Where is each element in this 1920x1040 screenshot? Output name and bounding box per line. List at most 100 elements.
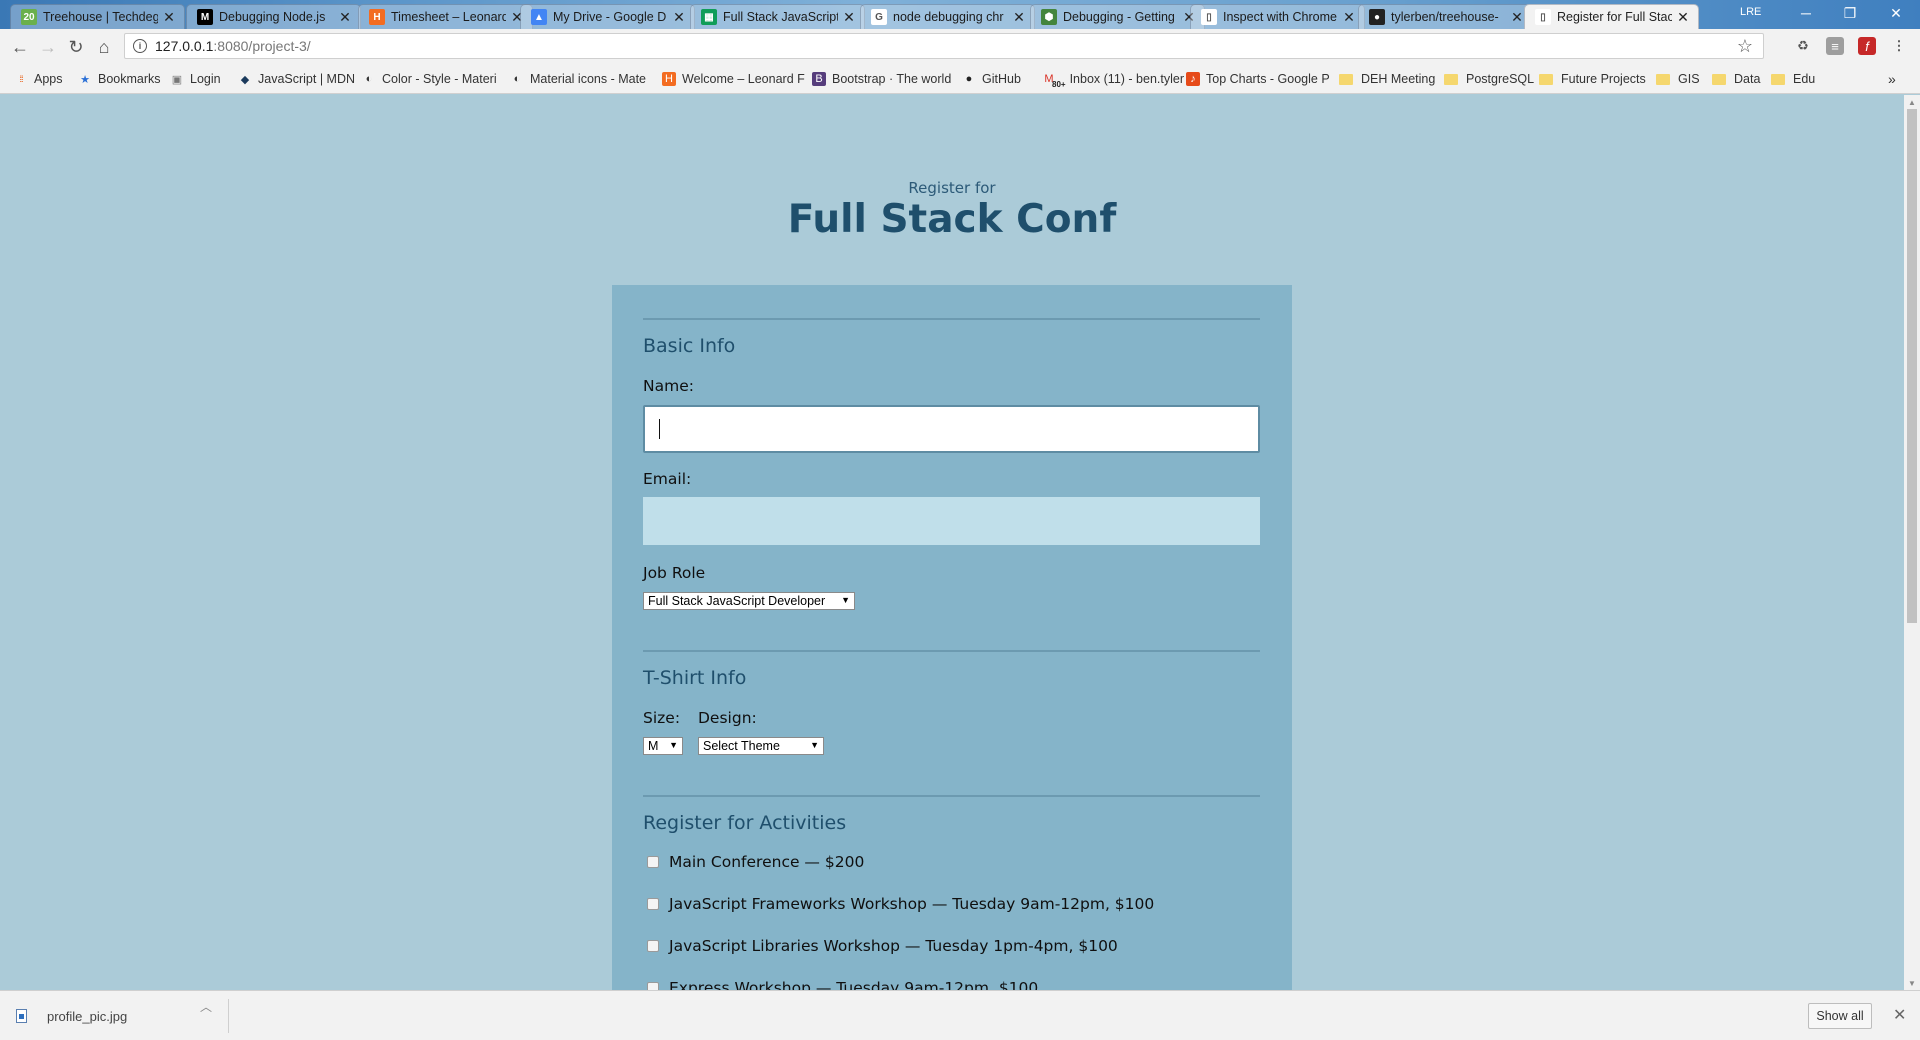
downloads-shelf: profile_pic.jpg ︿ Show all ✕ — [0, 990, 1920, 1040]
tab-title: Inspect with Chrome — [1223, 10, 1337, 24]
close-window-icon[interactable]: ✕ — [1876, 2, 1916, 24]
profile-label[interactable]: LRE — [1740, 6, 1761, 18]
bookmark-item[interactable]: M 80+ Inbox (11) - ben.tyler — [1042, 71, 1184, 89]
bookmark-item[interactable]: B Bootstrap · The world — [812, 71, 951, 87]
bookmark-item[interactable]: DEH Meeting — [1339, 71, 1435, 87]
tab-title: Register for Full Stac — [1557, 10, 1672, 24]
tab-close-icon[interactable]: ✕ — [1676, 9, 1690, 26]
bookmark-label: Bookmarks — [98, 72, 161, 86]
tab-title: My Drive - Google D — [553, 10, 667, 24]
browser-tab[interactable]: ▲ My Drive - Google D ✕ — [520, 4, 695, 29]
bookmark-item[interactable]: ♪ Top Charts - Google P — [1186, 71, 1330, 87]
extension-f-icon[interactable]: f — [1858, 37, 1876, 55]
browser-tab[interactable]: ● tylerben/treehouse- ✕ — [1358, 4, 1533, 29]
bookmark-item[interactable]: Edu — [1771, 71, 1815, 87]
job-role-label: Job Role — [643, 564, 706, 582]
download-item[interactable]: profile_pic.jpg — [16, 1001, 226, 1031]
bookmark-item[interactable]: ◆ JavaScript | MDN — [238, 71, 355, 87]
page-scrollbar[interactable]: ▲ ▼ — [1904, 95, 1920, 990]
bookmark-item[interactable]: ◐ Material icons - Mate — [510, 71, 646, 87]
tab-title: node debugging chr — [893, 10, 1004, 24]
email-input[interactable] — [643, 497, 1260, 545]
bookmark-item[interactable]: Future Projects — [1539, 71, 1646, 87]
scroll-up-icon[interactable]: ▲ — [1904, 95, 1920, 109]
size-select[interactable]: M ▼ — [643, 737, 683, 755]
home-icon[interactable]: ⌂ — [92, 35, 116, 59]
name-input[interactable] — [643, 405, 1260, 453]
tab-close-icon[interactable]: ✕ — [1342, 9, 1356, 26]
activity-checkbox[interactable] — [647, 940, 659, 952]
browser-tab[interactable]: ⬢ Debugging - Getting ✕ — [1030, 4, 1205, 29]
activity-option[interactable]: JavaScript Libraries Workshop — Tuesday … — [647, 936, 1118, 956]
browser-tab[interactable]: 20 Treehouse | Techdeg ✕ — [10, 4, 185, 29]
bookmark-item[interactable]: Data — [1712, 71, 1760, 87]
show-all-button[interactable]: Show all — [1808, 1003, 1872, 1029]
harvest-icon: H — [369, 9, 385, 25]
activity-option[interactable]: Main Conference — $200 — [647, 852, 864, 872]
extension-sync-icon[interactable]: ♻ — [1794, 37, 1812, 55]
browser-tab[interactable]: ▯ Inspect with Chrome ✕ — [1190, 4, 1365, 29]
bookmark-item[interactable]: PostgreSQL — [1444, 71, 1534, 87]
browser-tab[interactable]: ▦ Full Stack JavaScript ✕ — [690, 4, 865, 29]
browser-tab[interactable]: Gnode debugging chr ✕ — [860, 4, 1035, 29]
activity-option[interactable]: JavaScript Frameworks Workshop — Tuesday… — [647, 894, 1154, 914]
dropdown-arrow-icon: ▼ — [669, 740, 678, 750]
activity-checkbox[interactable] — [647, 898, 659, 910]
bookmarks-overflow-icon[interactable]: » — [1888, 71, 1896, 87]
tab-close-icon[interactable]: ✕ — [338, 9, 352, 26]
bookmark-item[interactable]: ▣ Login — [170, 71, 221, 87]
forward-icon[interactable]: → — [36, 35, 60, 59]
browser-tab[interactable]: M Debugging Node.js ✕ — [186, 4, 361, 29]
design-value: Select Theme — [703, 739, 780, 753]
restore-icon[interactable]: ❐ — [1830, 2, 1870, 24]
folder-icon — [1339, 73, 1353, 85]
basic-info-heading: Basic Info — [643, 335, 736, 357]
tab-close-icon[interactable]: ✕ — [162, 9, 176, 26]
bookmark-item[interactable]: ⁞⁞ Apps — [14, 71, 62, 87]
bookmark-item[interactable]: H Welcome – Leonard F — [662, 71, 805, 87]
bookmark-label: Welcome – Leonard F — [682, 72, 805, 86]
page-title: Full Stack Conf — [787, 197, 1117, 242]
tab-close-icon[interactable]: ✕ — [672, 9, 686, 26]
activity-checkbox[interactable] — [647, 856, 659, 868]
browser-tab[interactable]: H Timesheet – Leonard ✕ — [358, 4, 533, 29]
site-info-icon[interactable]: i — [133, 39, 147, 53]
dropdown-arrow-icon: ▼ — [841, 595, 850, 605]
minimize-icon[interactable]: ─ — [1786, 2, 1826, 24]
sheets-icon: ▦ — [701, 9, 717, 25]
folder-icon — [1656, 73, 1670, 85]
bookmark-star-icon[interactable]: ☆ — [1737, 36, 1753, 57]
scroll-down-icon[interactable]: ▼ — [1904, 976, 1920, 990]
material-icon: ◐ — [513, 73, 521, 85]
tab-close-icon[interactable]: ✕ — [1012, 9, 1026, 26]
bookmark-label: Material icons - Mate — [530, 72, 647, 86]
name-label: Name: — [643, 377, 694, 395]
bookmark-label: Top Charts - Google P — [1206, 72, 1330, 86]
menu-kebab-icon[interactable]: ⋮ — [1890, 37, 1908, 55]
bookmark-item[interactable]: ★ Bookmarks — [78, 71, 161, 87]
bookmark-item[interactable]: ◐ Color - Style - Materi — [362, 71, 497, 87]
bookmark-label: Inbox (11) - ben.tyler — [1069, 72, 1184, 86]
extension-icon[interactable]: ≡ — [1826, 37, 1844, 55]
close-icon[interactable]: ✕ — [1893, 1005, 1906, 1025]
activity-label: JavaScript Libraries Workshop — Tuesday … — [669, 937, 1118, 955]
tab-title: Debugging Node.js — [219, 10, 326, 24]
design-select[interactable]: Select Theme ▼ — [698, 737, 824, 755]
tab-close-icon[interactable]: ✕ — [842, 9, 856, 26]
bookmark-item[interactable]: GIS — [1656, 71, 1700, 87]
tab-close-icon[interactable]: ✕ — [1510, 9, 1524, 26]
treehouse-icon: 20 — [21, 9, 37, 25]
image-file-icon — [16, 1009, 27, 1023]
activity-checkbox[interactable] — [647, 982, 659, 990]
page-icon: ▯ — [1535, 9, 1551, 25]
back-icon[interactable]: ← — [8, 35, 32, 59]
bookmark-item[interactable]: ● GitHub — [962, 71, 1021, 87]
node-icon: ⬢ — [1041, 9, 1057, 25]
address-bar[interactable]: i 127.0.0.1:8080/project-3/ ☆ — [124, 33, 1764, 59]
scrollbar-thumb[interactable] — [1907, 109, 1917, 623]
activity-option[interactable]: Express Workshop — Tuesday 9am-12pm, $10… — [647, 978, 1038, 990]
browser-tab[interactable]: ▯ Register for Full Stac ✕ — [1524, 4, 1699, 29]
job-role-select[interactable]: Full Stack JavaScript Developer ▼ — [643, 592, 855, 610]
chevron-up-icon[interactable]: ︿ — [200, 998, 212, 1015]
reload-icon[interactable]: ↻ — [64, 35, 88, 59]
